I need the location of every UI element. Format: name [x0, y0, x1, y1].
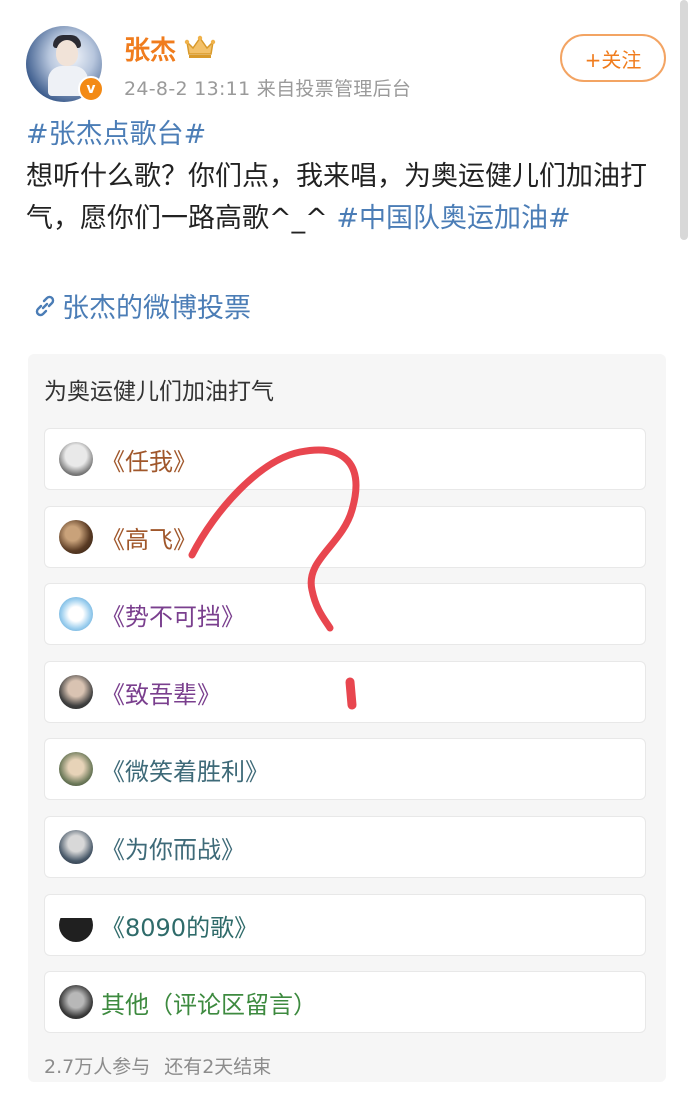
option-label: 《任我》	[101, 447, 197, 476]
vote-link-label: 张杰的微博投票	[62, 293, 251, 324]
post-meta: 24-8-2 13:11 来自投票管理后台	[124, 78, 412, 100]
option-avatar	[59, 830, 93, 864]
avatar-face	[56, 40, 78, 66]
poll-title: 为奥运健儿们加油打气	[44, 379, 274, 405]
option-avatar	[59, 520, 93, 554]
poll-participants: 2.7万人参与	[44, 1056, 151, 1078]
poll-footer: 2.7万人参与 还有2天结束	[44, 1052, 271, 1079]
poll-remaining: 还有2天结束	[164, 1056, 272, 1078]
option-label: 《致吾辈》	[101, 680, 221, 709]
poll-option[interactable]: 其他（评论区留言）	[44, 971, 646, 1033]
poll-option[interactable]: 《为你而战》	[44, 816, 646, 878]
option-label: 《势不可挡》	[101, 602, 245, 631]
option-avatar	[59, 908, 93, 942]
option-label: 《微笑着胜利》	[101, 757, 269, 786]
poll-option[interactable]: 《势不可挡》	[44, 583, 646, 645]
hashtag-link[interactable]: #张杰点歌台#	[26, 119, 206, 150]
option-avatar	[59, 442, 93, 476]
option-avatar	[59, 752, 93, 786]
option-label: 《为你而战》	[101, 835, 245, 864]
poll-option[interactable]: 《8090的歌》	[44, 894, 646, 956]
follow-button[interactable]: +关注	[560, 34, 666, 82]
option-label: 《8090的歌》	[101, 913, 259, 942]
poll-option[interactable]: 《致吾辈》	[44, 661, 646, 723]
verified-icon: v	[78, 76, 104, 102]
poll-option[interactable]: 《任我》	[44, 428, 646, 490]
option-label: 其他（评论区留言）	[101, 990, 317, 1019]
option-label: 《高飞》	[101, 525, 197, 554]
author-name[interactable]: 张杰	[124, 30, 176, 67]
hashtag-link-2[interactable]: #中国队奥运加油#	[336, 203, 570, 234]
post-text: #张杰点歌台# 想听什么歌？你们点，我来唱，为奥运健儿们加油打气，愿你们一路高歌…	[26, 114, 666, 240]
poll-option[interactable]: 《高飞》	[44, 506, 646, 568]
option-avatar	[59, 675, 93, 709]
poll-option[interactable]: 《微笑着胜利》	[44, 738, 646, 800]
option-avatar	[59, 597, 93, 631]
link-icon	[35, 295, 55, 316]
vote-link[interactable]: 张杰的微博投票	[32, 286, 251, 325]
option-avatar	[59, 985, 93, 1019]
scrollbar[interactable]	[680, 0, 688, 240]
crown-icon	[184, 35, 216, 58]
